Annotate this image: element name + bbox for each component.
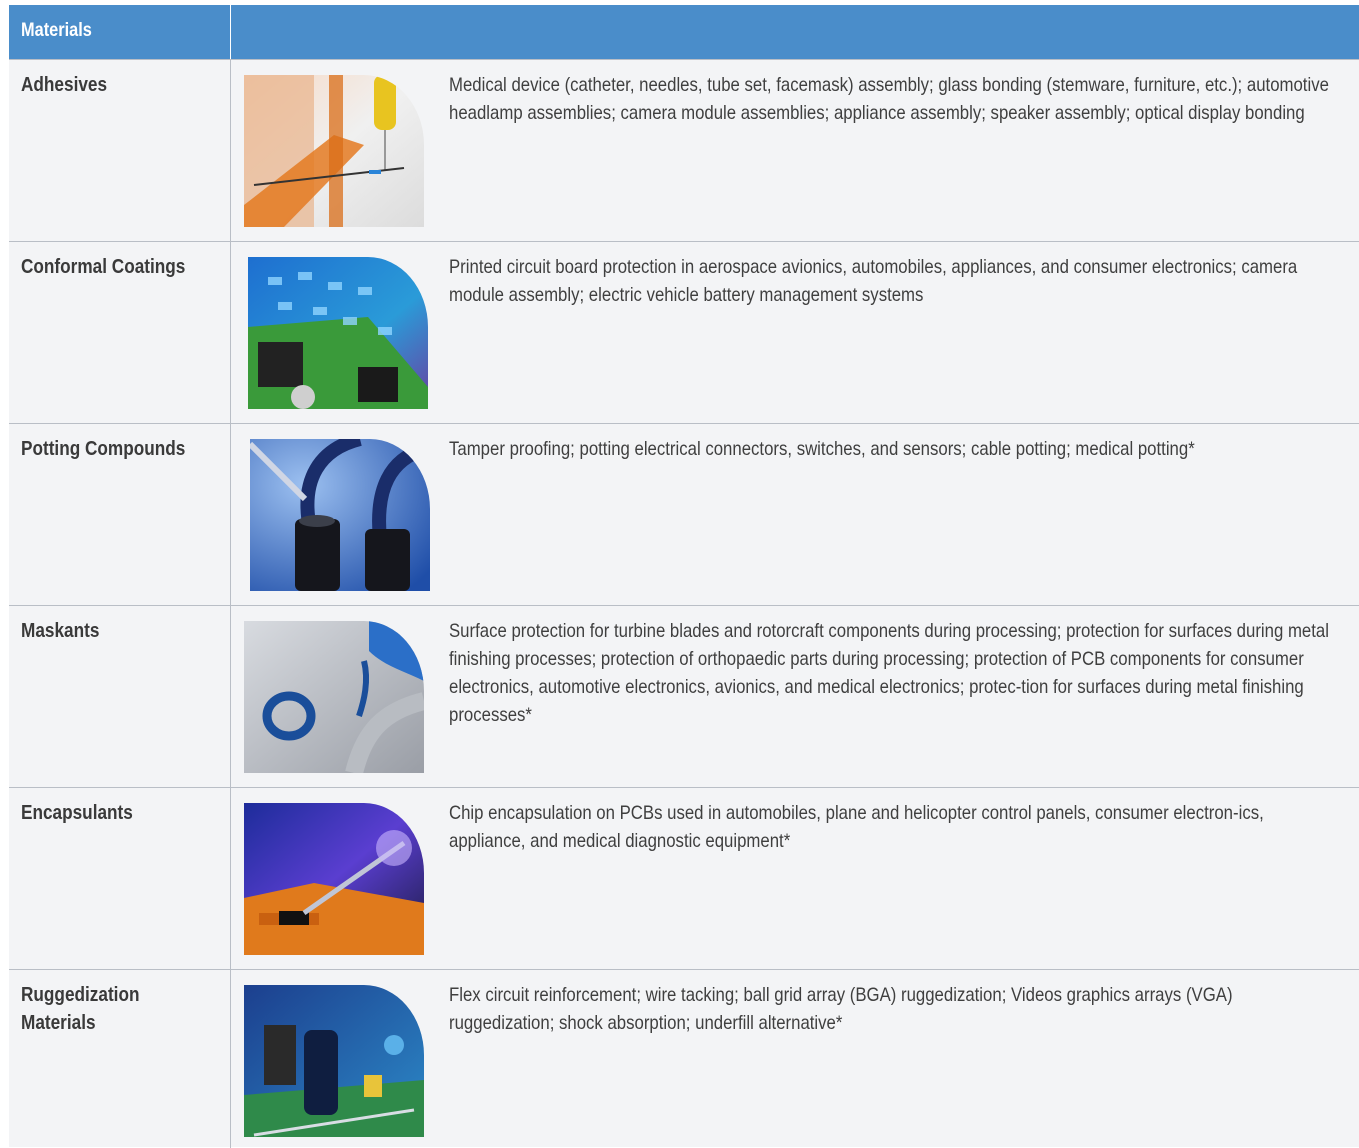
column-divider [230, 606, 231, 788]
material-description: Flex circuit reinforcement; wire tacking… [449, 984, 1233, 1034]
material-name: Maskants [21, 620, 100, 642]
encapsulants-photo [244, 803, 424, 955]
ruggedization-materials-photo [244, 985, 424, 1137]
material-description: Tamper proofing; potting electrical conn… [449, 438, 1195, 460]
table-row-maskants: Maskants Surface protection for turbine … [9, 605, 1359, 788]
material-name: Ruggedization Materials [21, 984, 140, 1034]
material-description: Surface protection for turbine blades an… [449, 620, 1329, 726]
table-row-potting-compounds: Potting Compounds Tamper proofing; potti… [9, 423, 1359, 606]
table-row-conformal-coatings: Conformal Coatings Printed circuit board… [9, 241, 1359, 424]
conformal-coatings-photo [248, 257, 428, 409]
table-header: Materials [9, 5, 1359, 59]
header-materials-cell: Materials [9, 5, 231, 59]
material-name: Potting Compounds [21, 438, 186, 460]
table-row-encapsulants: Encapsulants Chip encapsulation on PCBs [9, 787, 1359, 970]
table-row-adhesives: Adhesives Medical device (catheter, need… [9, 59, 1359, 242]
material-description: Printed circuit board protection in aero… [449, 256, 1298, 306]
column-divider [230, 788, 231, 970]
material-name: Adhesives [21, 74, 108, 96]
column-divider [230, 60, 231, 242]
materials-table: Materials Adhesives Medical device (cath… [9, 5, 1359, 1148]
maskants-photo [244, 621, 424, 773]
table-row-ruggedization-materials: Ruggedization Materials Flex circuit rei… [9, 969, 1359, 1148]
material-name: Conformal Coatings [21, 256, 186, 278]
potting-compounds-photo [250, 439, 430, 591]
material-name: Encapsulants [21, 802, 133, 824]
column-divider [230, 242, 231, 424]
header-materials-label: Materials [21, 20, 92, 41]
material-description: Chip encapsulation on PCBs used in autom… [449, 802, 1264, 852]
material-description: Medical device (catheter, needles, tube … [449, 74, 1329, 124]
column-divider [230, 424, 231, 606]
adhesives-photo [244, 75, 424, 227]
column-divider [230, 970, 231, 1148]
